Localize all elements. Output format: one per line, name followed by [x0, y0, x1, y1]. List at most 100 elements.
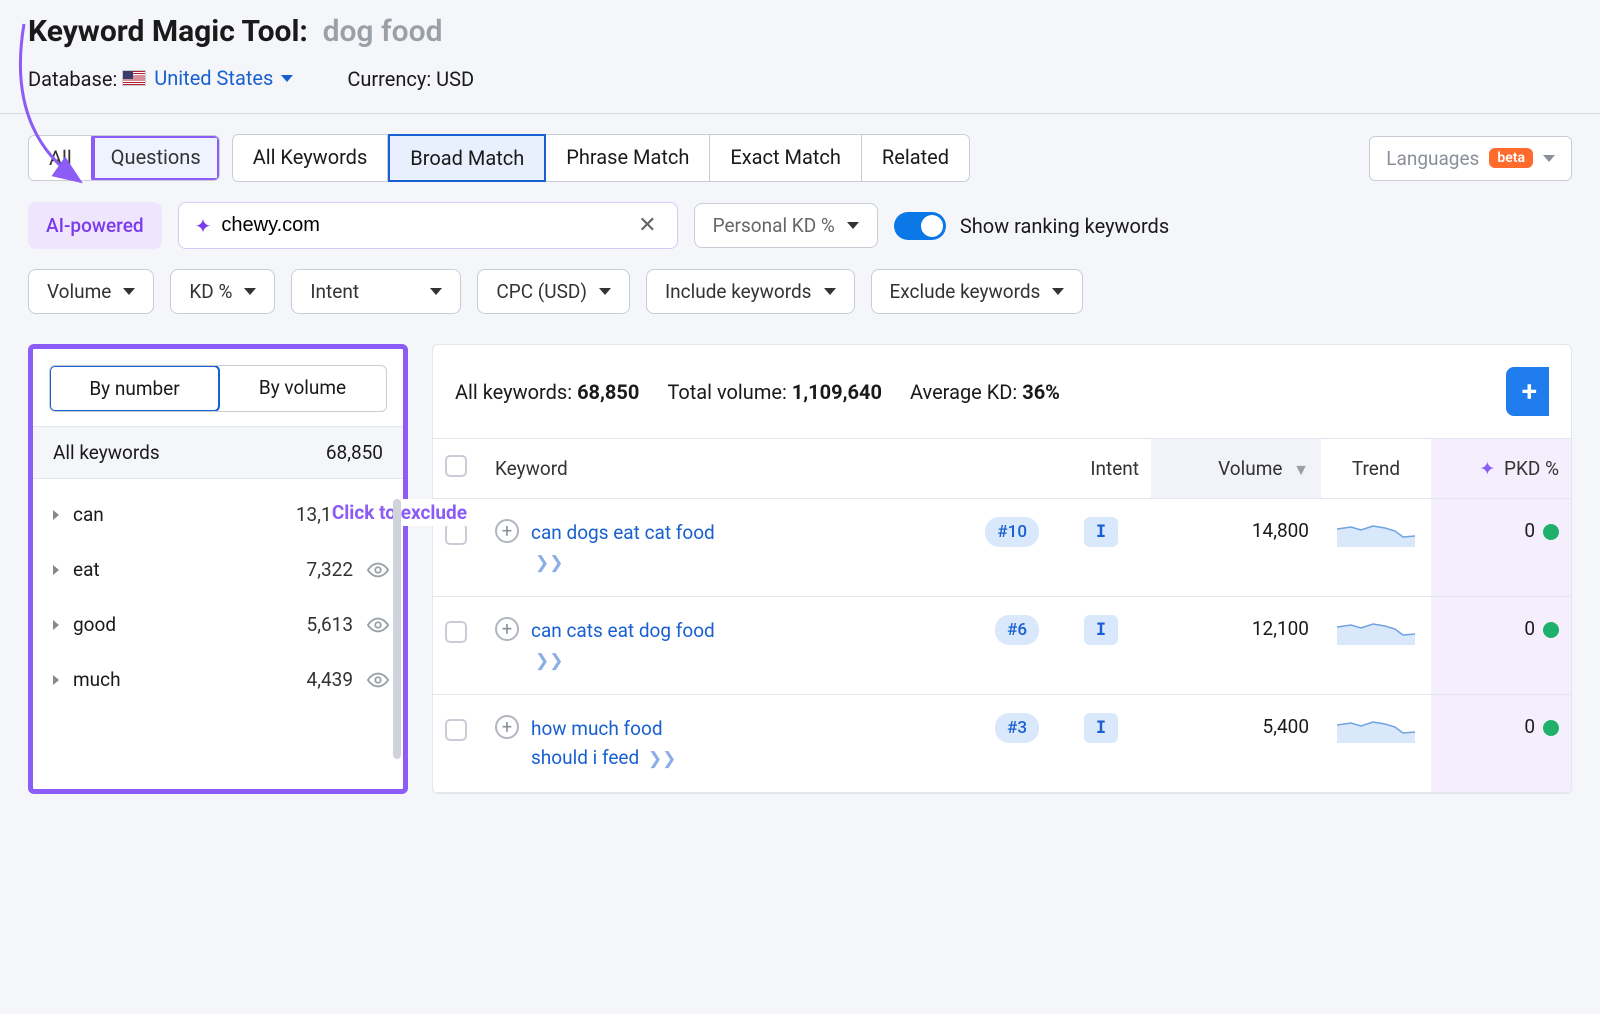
match-phrase[interactable]: Phrase Match	[546, 134, 710, 182]
page-header: Keyword Magic Tool: dog food Database: U…	[0, 0, 1600, 114]
pkd-value: 0	[1524, 519, 1535, 542]
ranking-toggle-label: Show ranking keywords	[960, 214, 1169, 238]
include-filter-label: Include keywords	[665, 280, 812, 303]
dbl-chevron-icon: ❯❯	[535, 651, 564, 671]
sidebar-item-kw: much	[73, 668, 293, 691]
volume-filter-label: Volume	[47, 280, 111, 303]
total-vol-stat-value: 1,109,640	[792, 380, 882, 404]
chevron-down-icon	[1052, 288, 1064, 295]
sidebar-summary[interactable]: All keywords 68,850	[33, 426, 403, 479]
personal-kd-label: Personal KD %	[713, 214, 835, 237]
sidebar-item[interactable]: eat7,322	[33, 542, 403, 597]
sparkle-icon: ✦	[1479, 457, 1495, 480]
include-filter[interactable]: Include keywords	[646, 269, 855, 314]
tab-all[interactable]: All	[29, 136, 93, 180]
match-exact[interactable]: Exact Match	[710, 134, 862, 182]
row-checkbox[interactable]	[445, 523, 467, 545]
domain-input[interactable]	[221, 214, 624, 237]
intent-pill: I	[1084, 517, 1118, 547]
row-checkbox[interactable]	[445, 621, 467, 643]
expand-icon[interactable]: +	[495, 519, 519, 543]
personal-kd-dropdown[interactable]: Personal KD %	[694, 203, 878, 248]
sidebar-all-kw-label: All keywords	[53, 441, 160, 464]
avg-kd-stat-value: 36%	[1022, 380, 1060, 404]
intent-pill: I	[1084, 713, 1118, 743]
sidebar-item[interactable]: much 4,439	[33, 652, 403, 707]
kd-filter[interactable]: KD %	[170, 269, 275, 314]
eye-icon[interactable]	[367, 669, 389, 691]
rank-pill: #3	[995, 713, 1039, 743]
ai-powered-chip: AI-powered	[28, 202, 162, 249]
chevron-down-icon	[123, 288, 135, 295]
chevron-down-icon	[599, 288, 611, 295]
volume-filter[interactable]: Volume	[28, 269, 154, 314]
intent-filter[interactable]: Intent	[291, 269, 461, 314]
eye-icon[interactable]	[367, 614, 389, 636]
languages-dropdown[interactable]: Languages beta	[1369, 136, 1572, 181]
results-summary: All keywords: 68,850 Total volume: 1,109…	[433, 345, 1571, 438]
table-row: +can dogs eat cat food ❯❯#10I14,8000	[433, 499, 1571, 597]
page-title: Keyword Magic Tool:	[28, 14, 308, 50]
tab-questions[interactable]: Questions	[91, 135, 220, 181]
sidebar-item[interactable]: good 5,613	[33, 597, 403, 652]
database-label: Database:	[28, 67, 117, 91]
expand-icon[interactable]: +	[495, 617, 519, 641]
ranking-toggle[interactable]	[894, 212, 946, 240]
sidebar-item-kw: can	[73, 503, 282, 526]
sidebar-item-kw: good	[73, 613, 293, 636]
keyword-link[interactable]: can cats eat dog food ❯❯	[531, 617, 715, 674]
kd-difficulty-dot	[1543, 524, 1559, 540]
clear-icon[interactable]: ✕	[634, 213, 660, 238]
eye-icon[interactable]	[367, 559, 389, 581]
expand-icon[interactable]: +	[495, 715, 519, 739]
all-kw-stat-label: All keywords:	[455, 380, 572, 404]
cpc-filter[interactable]: CPC (USD)	[477, 269, 630, 314]
chevron-down-icon	[824, 288, 836, 295]
keyword-link[interactable]: can dogs eat cat food ❯❯	[531, 519, 715, 576]
beta-badge: beta	[1489, 148, 1533, 168]
sort-by-volume[interactable]: By volume	[219, 366, 386, 411]
dbl-chevron-icon: ❯❯	[648, 749, 677, 769]
chevron-right-icon	[53, 675, 59, 685]
chevron-down-icon	[1543, 155, 1555, 162]
languages-label: Languages	[1386, 147, 1479, 170]
chevron-down-icon	[281, 75, 293, 82]
seed-keyword: dog food	[323, 14, 443, 49]
total-vol-stat-label: Total volume:	[667, 380, 786, 404]
sidebar-scrollbar[interactable]	[393, 499, 401, 759]
exclude-filter[interactable]: Exclude keywords	[871, 269, 1084, 314]
all-kw-stat-value: 68,850	[577, 380, 639, 404]
col-intent[interactable]: Intent	[1051, 439, 1151, 499]
currency-display: Currency: USD	[347, 67, 474, 91]
chevron-down-icon	[430, 288, 442, 295]
col-volume-label: Volume	[1218, 457, 1282, 480]
col-trend[interactable]: Trend	[1321, 439, 1431, 499]
sort-by-number[interactable]: By number	[49, 365, 220, 412]
database-selector[interactable]: Database: United States	[28, 66, 293, 91]
row-checkbox[interactable]	[445, 719, 467, 741]
match-type-group: All Keywords Broad Match Phrase Match Ex…	[232, 134, 970, 182]
us-flag-icon	[122, 70, 146, 86]
match-all-keywords[interactable]: All Keywords	[232, 134, 389, 182]
col-pkd[interactable]: ✦ PKD %	[1431, 439, 1571, 499]
results-table: Keyword Intent Volume ▼ Trend ✦ PKD % + c…	[433, 438, 1571, 793]
select-all-checkbox[interactable]	[445, 455, 467, 477]
volume-cell: 12,100	[1151, 597, 1321, 695]
trend-sparkline	[1337, 715, 1415, 743]
rank-pill: #6	[995, 615, 1039, 645]
sidebar-item-count: 4,439	[307, 668, 353, 691]
intent-filter-label: Intent	[310, 280, 359, 303]
col-volume[interactable]: Volume ▼	[1151, 439, 1321, 499]
sidebar-all-kw-count: 68,850	[326, 441, 383, 464]
currency-label: Currency:	[347, 67, 431, 91]
sidebar-item-count: 5,613	[307, 613, 353, 636]
match-related[interactable]: Related	[862, 134, 970, 182]
sparkle-icon: ✦	[195, 214, 212, 238]
col-keyword[interactable]: Keyword	[483, 439, 971, 499]
match-broad[interactable]: Broad Match	[388, 134, 546, 182]
type-toggle-group: All Questions	[28, 135, 220, 181]
keyword-link[interactable]: how much food should i feed ❯❯	[531, 715, 715, 772]
trend-sparkline	[1337, 617, 1415, 645]
add-button[interactable]: +	[1506, 367, 1549, 416]
kd-difficulty-dot	[1543, 720, 1559, 736]
